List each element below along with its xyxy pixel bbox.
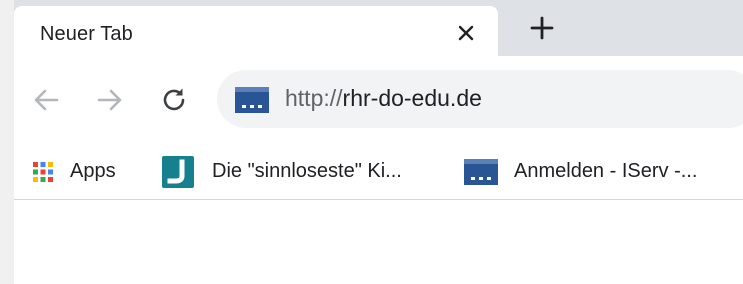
new-tab-button[interactable]: [525, 11, 559, 45]
site-favicon-icon: [235, 87, 269, 113]
apps-grid-icon: [33, 161, 53, 182]
reload-button[interactable]: [156, 82, 192, 118]
bookmark-label: Apps: [70, 160, 116, 182]
url-scheme: http://: [285, 85, 343, 111]
arrow-right-icon: [97, 89, 122, 111]
bookmark-favicon-icon: [162, 155, 194, 188]
url-host: rhr-do-edu.de: [342, 85, 482, 111]
arrow-left-icon: [34, 89, 59, 111]
plus-icon: [530, 16, 554, 40]
address-bar[interactable]: http://rhr-do-edu.de: [217, 70, 743, 128]
close-icon[interactable]: [451, 18, 481, 48]
bookmark-label: Anmelden - IServ -...: [514, 160, 698, 182]
back-button[interactable]: [28, 82, 64, 118]
tab-active[interactable]: Neuer Tab: [14, 6, 498, 56]
url-text[interactable]: http://rhr-do-edu.de: [285, 85, 482, 112]
page-content: [14, 200, 743, 284]
forward-button[interactable]: [92, 82, 128, 118]
tab-title: Neuer Tab: [40, 23, 133, 45]
browser-window: Neuer Tab http://rhr-do-edu.de Apps Die …: [14, 0, 743, 284]
bookmarks-bar: Apps Die "sinnloseste" Ki... Anmelden - …: [14, 144, 743, 200]
reload-icon: [163, 88, 185, 111]
toolbar: http://rhr-do-edu.de: [14, 56, 743, 144]
bookmark-apps[interactable]: Apps: [32, 144, 116, 199]
bookmark-sinnloseste[interactable]: Die "sinnloseste" Ki...: [162, 144, 402, 199]
bookmark-label: Die "sinnloseste" Ki...: [212, 160, 402, 182]
bookmark-iserv[interactable]: Anmelden - IServ -...: [464, 144, 697, 199]
iserv-favicon-icon: [464, 158, 498, 185]
